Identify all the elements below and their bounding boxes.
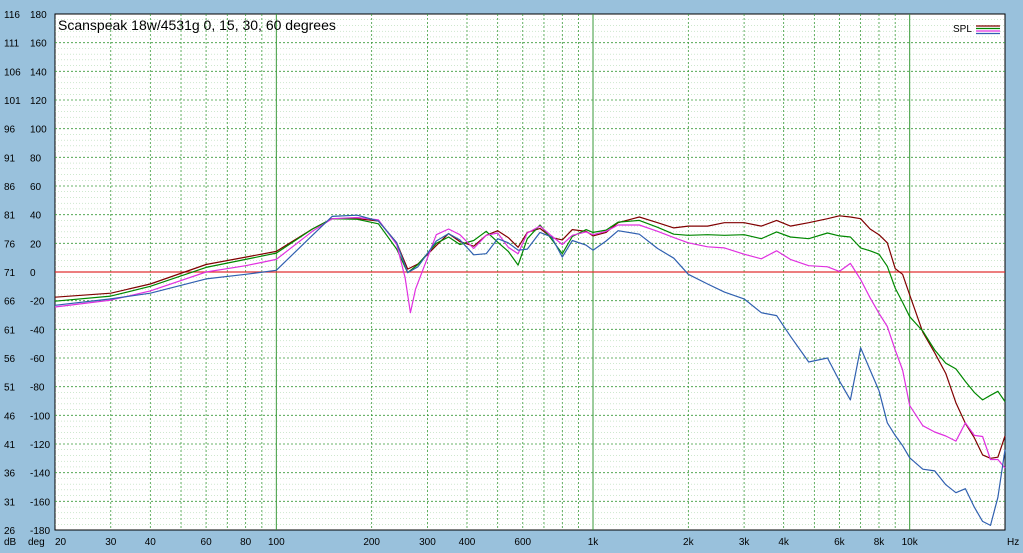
y-tick-label-db: 76	[4, 239, 16, 250]
y-tick-label-deg: 40	[30, 211, 42, 222]
x-tick-label: 1k	[588, 537, 600, 548]
x-tick-label: 2k	[683, 537, 695, 548]
y-tick-label-db: 86	[4, 182, 16, 193]
y-tick-label-db: 56	[4, 354, 16, 365]
x-tick-label: 80	[240, 537, 252, 548]
y-unit-db: dB	[4, 537, 17, 548]
y-axis-ticks: 116 180 111 160 106 140 101 120 96 100 91 80 86 60 81 4…	[4, 10, 50, 537]
x-tick-label: 60	[201, 537, 213, 548]
y-tick-label-db: 61	[4, 325, 16, 336]
y-tick-label-db: 106	[4, 67, 21, 78]
x-tick-label: 6k	[834, 537, 846, 548]
y-tick-label-db: 91	[4, 153, 16, 164]
y-tick-label-deg: 140	[30, 67, 47, 78]
x-tick-label: 200	[363, 537, 380, 548]
x-tick-label: 100	[268, 537, 285, 548]
y-tick-label-deg: -120	[30, 440, 50, 451]
y-tick-label-deg: -180	[30, 526, 50, 537]
chart-title: Scanspeak 18w/4531g 0, 15, 30, 60 degree…	[58, 17, 336, 33]
y-tick-label-db: 116	[4, 10, 20, 21]
x-unit: Hz	[1007, 537, 1019, 548]
x-tick-label: 300	[419, 537, 436, 548]
y-tick-label-deg: 20	[30, 239, 42, 250]
x-tick-label: 40	[145, 537, 157, 548]
y-tick-label-deg: -40	[30, 325, 45, 336]
x-tick-label: 20	[55, 537, 67, 548]
x-tick-label: 8k	[874, 537, 886, 548]
y-tick-label-db: 81	[4, 211, 16, 222]
y-tick-label-deg: -80	[30, 383, 45, 394]
y-tick-label-db: 111	[4, 39, 20, 50]
x-tick-label: 400	[459, 537, 476, 548]
y-tick-label-deg: -160	[30, 497, 50, 508]
y-tick-label-deg: 0	[30, 268, 36, 279]
y-tick-label-db: 36	[4, 469, 16, 480]
y-tick-label-db: 46	[4, 411, 16, 422]
x-tick-label: 3k	[739, 537, 751, 548]
y-tick-label-deg: 180	[30, 10, 47, 21]
y-tick-label-db: 96	[4, 125, 16, 136]
x-tick-label: 4k	[778, 537, 790, 548]
y-tick-label-deg: 120	[30, 96, 47, 107]
y-tick-label-deg: 60	[30, 182, 42, 193]
y-tick-label-deg: 80	[30, 153, 42, 164]
y-tick-label-deg: -100	[30, 411, 50, 422]
y-tick-label-db: 26	[4, 526, 16, 537]
chart-window: 116 180 111 160 106 140 101 120 96 100 91 80 86 60 81 4…	[0, 0, 1023, 548]
x-tick-label: 30	[105, 537, 117, 548]
y-tick-label-db: 71	[4, 268, 16, 279]
x-tick-label: 600	[514, 537, 531, 548]
y-tick-label-deg: 160	[30, 39, 47, 50]
x-tick-label: 10k	[902, 537, 919, 548]
frequency-response-chart: 116 180 111 160 106 140 101 120 96 100 91 80 86 60 81 4…	[4, 10, 1019, 548]
y-tick-label-db: 101	[4, 96, 21, 107]
y-tick-label-db: 51	[4, 383, 16, 394]
y-tick-label-db: 41	[4, 440, 16, 451]
x-axis-ticks: 20 30 40 60 80 100 200 300 400 600 1k 2k 3k 4k 6k 8k 10k	[55, 537, 919, 548]
y-tick-label-db: 66	[4, 297, 16, 308]
y-unit-deg: deg	[28, 537, 45, 548]
legend-label: SPL	[953, 24, 972, 35]
y-tick-label-deg: -20	[30, 297, 45, 308]
y-tick-label-deg: -140	[30, 469, 50, 480]
y-tick-label-deg: 100	[30, 125, 47, 136]
y-tick-label-deg: -60	[30, 354, 45, 365]
y-tick-label-db: 31	[4, 497, 16, 508]
